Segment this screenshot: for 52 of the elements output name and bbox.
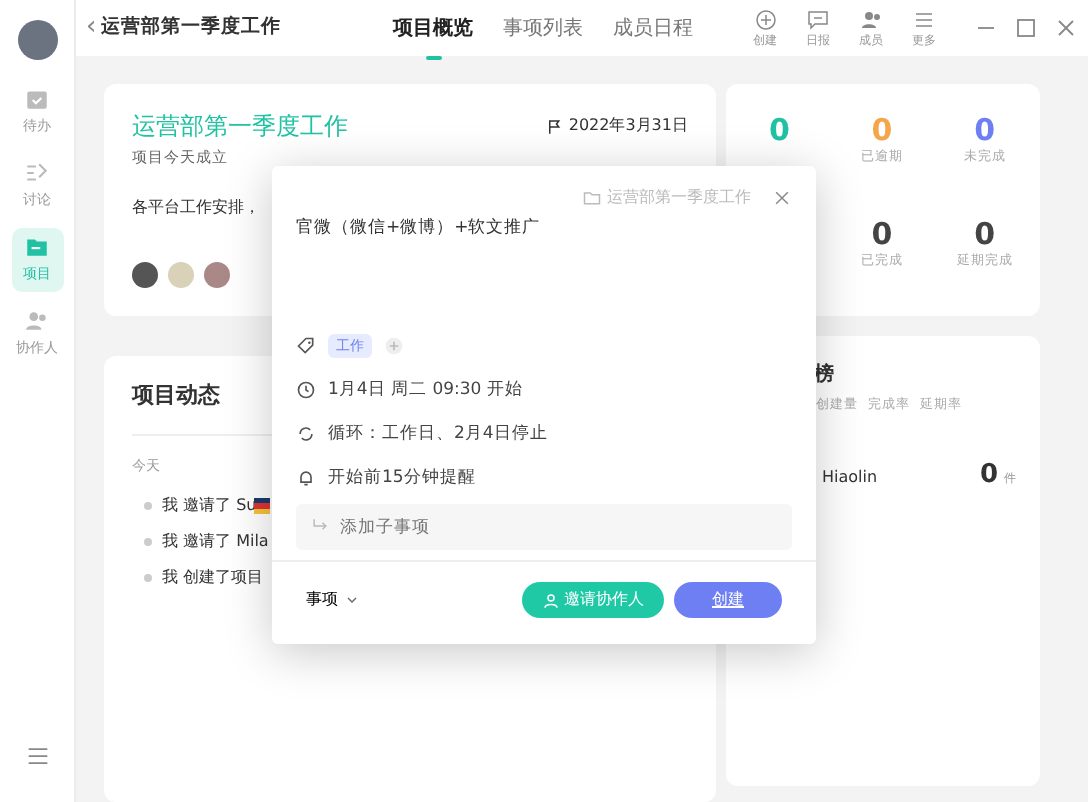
flag-icon [545, 117, 564, 135]
calendar-icon [24, 86, 50, 113]
discussion-icon [24, 160, 50, 187]
menu-icon [912, 7, 936, 31]
stat-value: 0 [871, 216, 893, 252]
stat-value: 0 [871, 112, 893, 148]
add-icon [753, 7, 777, 31]
invite-button[interactable]: 邀请协作人 [521, 582, 664, 618]
stat-value: 0 [974, 112, 996, 148]
tab[interactable]: 事项列表 [503, 5, 584, 51]
stat-value: 0 [974, 216, 996, 252]
caret-icon [343, 592, 359, 608]
project-title: 运营部第一季度工作 [132, 110, 348, 144]
deadline: 2022年3月31日 [545, 114, 688, 138]
activity-item: 我 创建了项目 [162, 566, 264, 590]
bullet [144, 574, 152, 582]
member-avatar [204, 262, 230, 289]
stat-value: 0 [768, 112, 790, 148]
detail-text: 1月4日 周二 09:30 开始 [328, 377, 523, 403]
close-icon[interactable] [772, 188, 792, 208]
chat-icon [806, 7, 830, 31]
back-button[interactable]: ‹ [86, 8, 97, 48]
people-icon [24, 308, 50, 335]
type-dropdown[interactable]: 事项 [306, 588, 359, 612]
activity-item: 我 邀请了 Mila [162, 530, 269, 554]
create-button[interactable]: 创建 [674, 582, 782, 618]
page-title: 运营部第一季度工作 [101, 13, 282, 42]
bullet [144, 538, 152, 546]
avatar [17, 20, 57, 60]
task-title: 官微（微信+微博）+软文推广 [296, 216, 543, 242]
member-avatar [132, 262, 158, 289]
bullet [144, 502, 152, 510]
detail-text: 开始前15分钟提醒 [328, 465, 476, 491]
bell-icon [296, 468, 316, 488]
people-icon [859, 7, 883, 31]
flag-image [254, 498, 271, 514]
count-value: 0 [979, 457, 998, 494]
person-icon [541, 591, 559, 609]
subtask-field[interactable]: 添加子事项 [296, 504, 792, 550]
clock-icon [296, 380, 316, 400]
tag-icon [296, 336, 316, 356]
member-avatar [168, 262, 194, 289]
close-icon[interactable] [1054, 16, 1078, 40]
maximize-icon[interactable] [1014, 16, 1038, 40]
project-description: 各平台工作安排， [132, 198, 260, 217]
tab[interactable]: 成员日程 [613, 5, 694, 51]
repeat-icon [296, 424, 316, 444]
member-name: Hiaolin [822, 465, 878, 490]
folder-icon [24, 234, 50, 261]
menu-icon[interactable] [23, 742, 51, 770]
folder-icon [582, 188, 602, 208]
section-title: 榜 [814, 361, 834, 390]
